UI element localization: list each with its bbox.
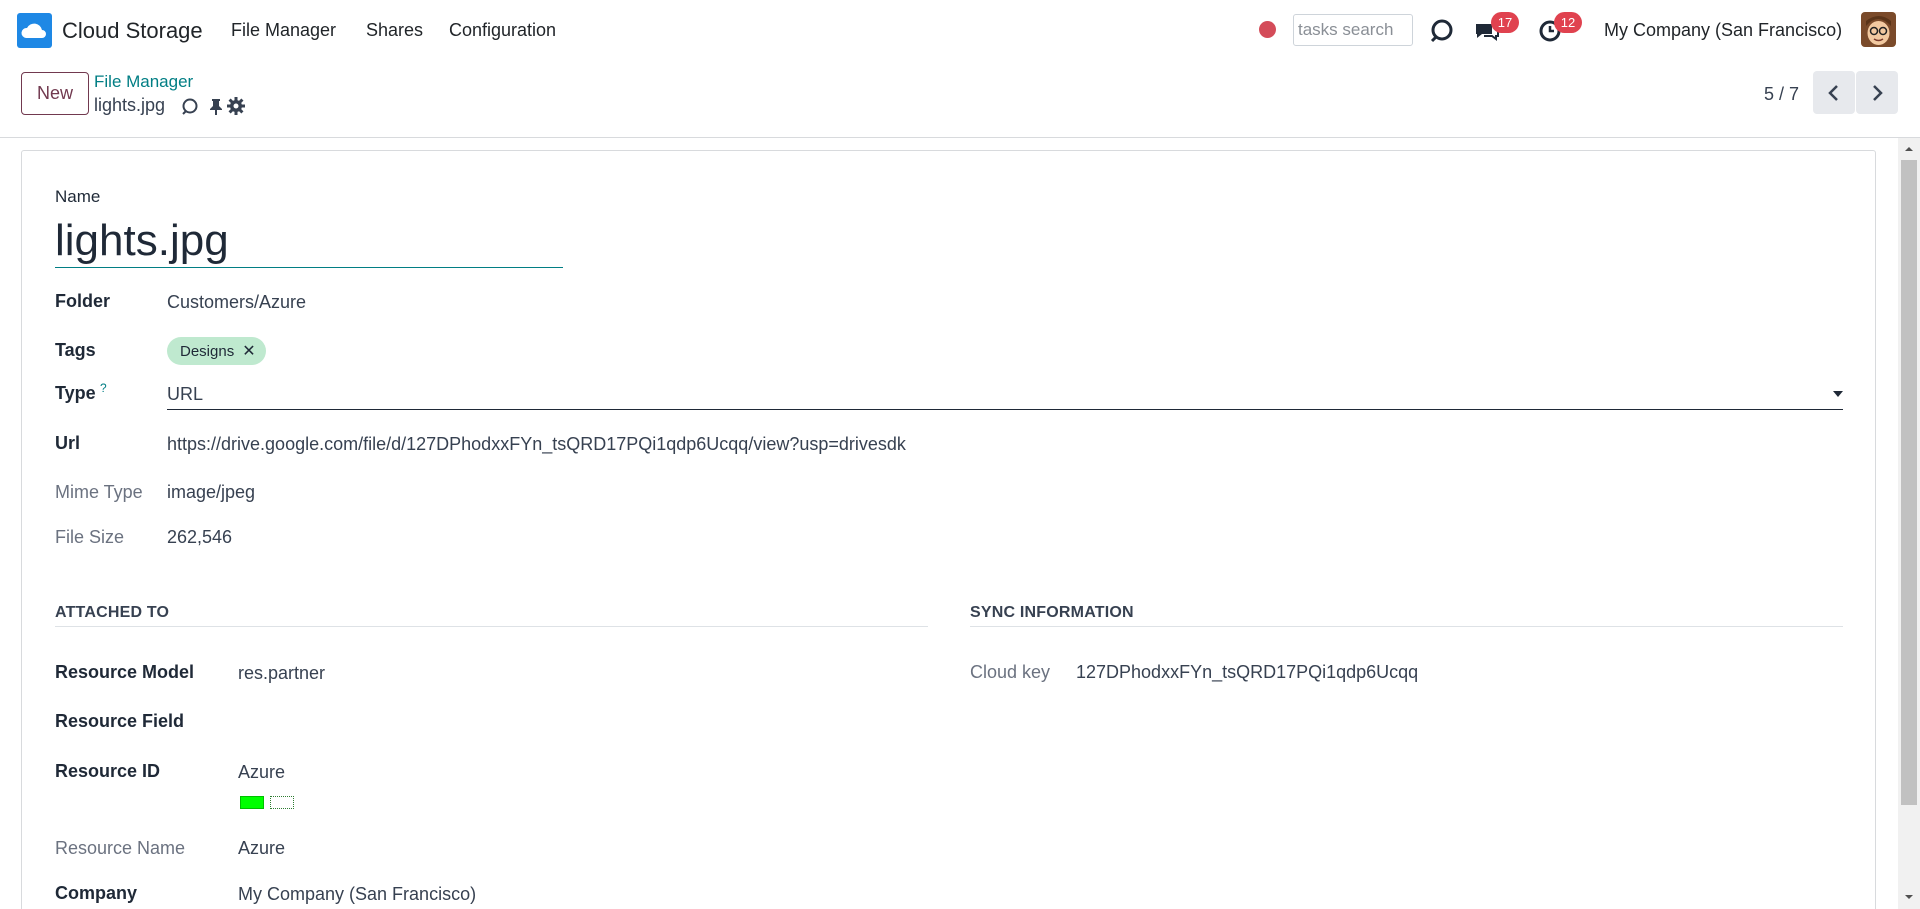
name-field[interactable] (55, 214, 563, 268)
color-swatch-selected[interactable] (240, 796, 264, 809)
tag-remove-icon[interactable]: ✕ (242, 341, 255, 361)
section-divider (55, 626, 928, 627)
url-label: Url (55, 433, 81, 453)
top-navbar: Cloud Storage File Manager Shares Config… (0, 0, 1920, 60)
refresh-icon[interactable] (1428, 16, 1456, 44)
mime-type-label: Mime Type (55, 482, 143, 502)
menu-file-manager[interactable]: File Manager (231, 20, 336, 41)
resource-name-label: Resource Name (55, 838, 186, 858)
new-button[interactable]: New (21, 72, 89, 115)
cloud-logo-icon[interactable] (17, 13, 52, 48)
breadcrumb[interactable]: File Manager (94, 72, 193, 92)
resource-field-label: Resource Field (55, 711, 185, 731)
attached-to-title: ATTACHED TO (55, 604, 170, 621)
resource-model-value[interactable]: res.partner (238, 663, 325, 684)
caret-down-icon (1833, 391, 1843, 397)
mime-type-value: image/jpeg (167, 482, 256, 502)
company-switcher[interactable]: My Company (San Francisco) (1604, 20, 1842, 41)
menu-configuration[interactable]: Configuration (449, 20, 556, 41)
color-swatch-empty[interactable] (270, 796, 294, 809)
chevron-right-icon (1873, 84, 1883, 101)
record-dot-icon[interactable] (1259, 21, 1276, 38)
pager-previous-button[interactable] (1813, 71, 1855, 114)
scroll-up-icon[interactable] (1903, 143, 1915, 155)
activities-badge: 12 (1554, 12, 1582, 33)
scroll-down-icon[interactable] (1903, 891, 1915, 903)
sync-information-title: SYNC INFORMATION (970, 604, 1134, 621)
app-name[interactable]: Cloud Storage (62, 18, 203, 44)
menu-shares[interactable]: Shares (366, 20, 423, 41)
file-size-label: File Size (55, 527, 125, 547)
cloud-key-value: 127DPhodxxFYn_tsQRD17PQi1qdp6Ucqq (1076, 662, 1419, 682)
pager-next-button[interactable] (1856, 71, 1898, 114)
scrollbar-thumb[interactable] (1901, 160, 1917, 805)
tag-designs[interactable]: Designs ✕ (167, 337, 266, 365)
resource-model-label: Resource Model (55, 662, 195, 682)
control-panel: New File Manager lights.jpg 5 / 7 (0, 60, 1920, 138)
resource-id-label: Resource ID (55, 761, 161, 781)
gear-icon[interactable] (226, 96, 246, 116)
pin-icon[interactable] (206, 96, 226, 116)
url-field[interactable]: https://drive.google.com/file/d/127DPhod… (167, 434, 906, 455)
folder-label: Folder (55, 291, 111, 311)
type-label: Type (55, 383, 96, 403)
cloud-key-label: Cloud key (970, 662, 1051, 682)
resource-name-value: Azure (238, 838, 286, 858)
company-label: Company (55, 883, 138, 903)
folder-field[interactable]: Customers/Azure (167, 292, 306, 313)
avatar[interactable] (1861, 12, 1896, 47)
record-name: lights.jpg (94, 95, 166, 115)
company-value[interactable]: My Company (San Francisco) (238, 884, 476, 905)
tag-label: Designs (180, 342, 235, 360)
messages-badge: 17 (1491, 12, 1519, 33)
type-value: URL (167, 384, 204, 404)
pager-value[interactable]: 5 / 7 (1764, 84, 1799, 105)
file-size-value: 262,546 (167, 527, 233, 547)
type-help-icon[interactable]: ? (100, 381, 107, 395)
tasks-search-input[interactable] (1293, 14, 1413, 46)
refresh-icon[interactable] (180, 96, 200, 116)
resource-id-value[interactable]: Azure (238, 762, 285, 783)
tags-label: Tags (55, 340, 96, 360)
section-divider (970, 626, 1843, 627)
chevron-left-icon (1828, 84, 1838, 101)
name-label: Name (55, 187, 101, 206)
type-select[interactable]: URL (167, 381, 1843, 410)
